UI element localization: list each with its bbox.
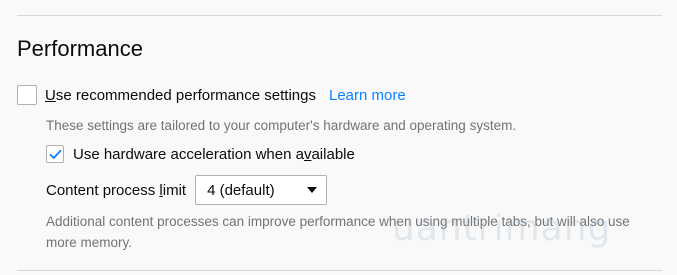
top-divider [17, 15, 662, 16]
hardware-acceleration-checkbox[interactable] [46, 145, 64, 163]
content-process-row: Content process limit 4 (default) [46, 175, 328, 205]
bottom-divider [17, 270, 662, 271]
dropdown-arrow-icon [307, 187, 318, 193]
recommended-settings-label[interactable]: Use recommended performance settings [45, 87, 316, 104]
content-process-limit-select[interactable]: 4 (default) [195, 175, 328, 205]
recommended-settings-description: These settings are tailored to your comp… [46, 118, 517, 133]
content-process-label: Content process limit [46, 181, 187, 199]
hardware-acceleration-row: Use hardware acceleration when available [46, 145, 355, 163]
content-process-limit-value: 4 (default) [207, 181, 275, 199]
content-process-description: Additional content processes can improve… [46, 214, 630, 250]
recommended-settings-row: Use recommended performance settings Lea… [17, 85, 406, 105]
learn-more-link[interactable]: Learn more [329, 87, 406, 104]
recommended-settings-checkbox[interactable] [17, 85, 37, 105]
preferences-page: Performance Use recommended performance … [0, 0, 677, 275]
section-title: Performance [17, 36, 143, 61]
checkmark-icon [49, 149, 61, 159]
hardware-acceleration-label[interactable]: Use hardware acceleration when available [73, 146, 355, 163]
